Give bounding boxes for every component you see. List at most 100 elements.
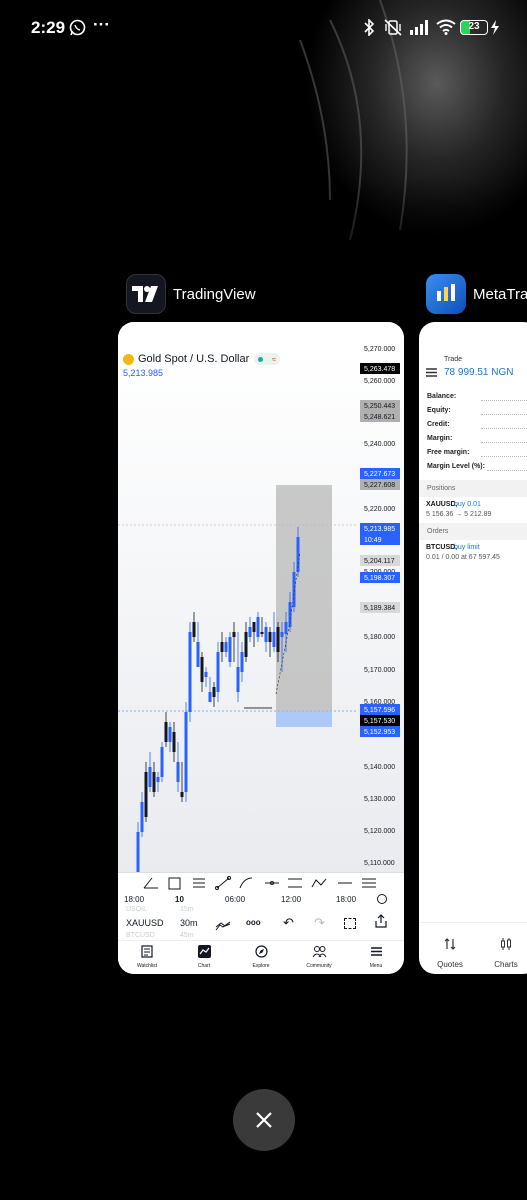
time-label: 18:00	[336, 895, 357, 904]
app-name: TradingView	[173, 285, 256, 303]
signal-icon	[410, 20, 430, 40]
nav-explore[interactable]: Explore	[246, 945, 276, 969]
share-icon[interactable]	[375, 914, 387, 933]
app-header-metatrader[interactable]: MetaTrac	[426, 274, 527, 314]
field-dots	[487, 470, 527, 471]
settings-icon[interactable]	[377, 894, 387, 904]
position-loss-zone[interactable]	[276, 485, 332, 711]
interval-button[interactable]: 30m	[180, 918, 198, 928]
ghost-ticker: USOIL	[126, 906, 148, 913]
candle-body	[212, 687, 216, 697]
brush-tool-icon[interactable]	[143, 877, 158, 889]
metatrader-logo-icon	[426, 274, 466, 314]
app-name: MetaTrac	[473, 285, 527, 303]
field-dots	[481, 456, 527, 457]
nav-watchlist[interactable]: Watchlist	[132, 945, 162, 969]
ghost-interval: 15m	[180, 906, 194, 913]
drawing-toolbar	[118, 872, 404, 893]
field-dots	[481, 428, 527, 429]
price-axis-label: 5,198.307	[364, 575, 395, 582]
candle-body	[272, 632, 276, 647]
price-axis-label: 5,204.117	[364, 558, 395, 565]
nav-label: Menu	[369, 963, 383, 969]
order-side: buy limit	[454, 544, 480, 551]
more-tools-icon[interactable]	[362, 878, 376, 888]
candle-body	[160, 747, 164, 777]
nav-label: Watchlist	[136, 963, 158, 969]
positions-header: Positions	[427, 485, 456, 492]
candle-body	[240, 652, 244, 672]
app-header-tradingview[interactable]: TradingView	[126, 274, 256, 314]
redo-icon[interactable]: ↷	[314, 915, 325, 931]
price-axis-label: 5,180.000	[364, 634, 395, 641]
position-symbol: XAUUSD,	[426, 501, 458, 508]
nav-quotes[interactable]: Quotes	[435, 937, 465, 969]
candle-body	[244, 632, 248, 657]
candle-body	[252, 622, 256, 632]
horizontal-ray-icon[interactable]	[265, 881, 279, 885]
account-field-label: Balance:	[427, 393, 457, 400]
fib-tool-icon[interactable]	[193, 878, 205, 888]
metatrader-app-card[interactable]: Trade 78 999.51 NGN Balance: Equity: Cre…	[419, 322, 527, 974]
price-axis-label: 5,110.000	[364, 860, 395, 867]
undo-icon[interactable]: ↶	[283, 915, 294, 931]
price-axis-label: 5,248.621	[364, 414, 395, 421]
tradingview-app-card[interactable]: 5,270.000 5,260.000 5,250.443 5,248.621 5,24…	[118, 322, 404, 974]
price-axis-label: 5,157.530	[364, 718, 395, 725]
price-axis-label: 5,213.985	[364, 526, 395, 533]
price-axis-label: 5,130.000	[364, 796, 395, 803]
candle-body	[276, 627, 280, 652]
charging-icon	[490, 20, 500, 40]
candle-body	[264, 627, 268, 642]
order-detail: 0.01 / 0.00 at 67 597.45	[426, 554, 500, 561]
fullscreen-icon[interactable]	[344, 918, 356, 929]
price-axis-label: 5,240.000	[364, 441, 395, 448]
candle-body	[256, 617, 260, 637]
position-detail: 5 156.36 → 5 212.89	[426, 511, 492, 518]
position-row[interactable]: XAUUSD, buy 0.01 5 156.36 → 5 212.89	[419, 498, 527, 522]
time-axis: 18:00 10 06:00 12:00 18:00	[118, 893, 404, 906]
candle-body	[280, 632, 284, 637]
path-tool-icon[interactable]	[239, 877, 253, 889]
chart-icon	[197, 945, 211, 958]
nav-label: Community	[306, 963, 332, 969]
candle-body	[228, 637, 232, 662]
nav-community[interactable]: Community	[302, 945, 336, 969]
price-axis-label: 10:49	[364, 537, 382, 544]
top-price-label: 5,263.478	[364, 366, 395, 373]
order-row[interactable]: BTCUSD, buy limit 0.01 / 0.00 at 67 597.…	[419, 541, 527, 565]
nav-charts[interactable]: Charts	[491, 937, 521, 969]
nav-label: Explore	[252, 963, 270, 969]
candle-body	[200, 657, 204, 682]
nav-chart[interactable]: Chart	[189, 945, 219, 969]
trendline-tool-icon[interactable]	[215, 876, 231, 890]
candle-body	[156, 777, 160, 782]
time-label: 10	[175, 895, 184, 904]
price-axis-label: 5,140.000	[364, 764, 395, 771]
candle-body	[204, 672, 208, 677]
indicators-icon[interactable]	[215, 918, 231, 936]
symbol-header[interactable]: Gold Spot / U.S. Dollar ≈	[123, 353, 281, 365]
more-options-icon[interactable]: ooo	[246, 918, 261, 927]
rectangle-tool-icon[interactable]	[168, 877, 181, 890]
clear-all-button[interactable]	[233, 1089, 295, 1151]
candle-body	[136, 832, 140, 877]
candle-body	[180, 792, 184, 797]
price-axis-label: 5,152.953	[364, 729, 395, 736]
wifi-icon	[436, 19, 456, 40]
zigzag-tool-icon[interactable]	[311, 878, 327, 888]
time-label: 18:00	[124, 895, 145, 904]
candle-body	[188, 632, 192, 712]
position-stop-zone	[276, 711, 332, 727]
current-price: 5,213.985	[123, 368, 164, 378]
field-dots	[481, 400, 527, 401]
nav-label: Quotes	[437, 960, 463, 969]
nav-menu[interactable]: Menu	[361, 945, 391, 969]
ticker-button[interactable]: XAUUSD	[126, 918, 164, 928]
price-axis-label: 5,157.596	[364, 707, 395, 714]
price-axis-label: 5,170.000	[364, 667, 395, 674]
parallel-channel-icon[interactable]	[288, 878, 302, 888]
nav-label: Charts	[494, 960, 518, 969]
price-axis-label: 5,270.000	[364, 346, 395, 353]
hamburger-menu-icon[interactable]	[426, 364, 437, 382]
